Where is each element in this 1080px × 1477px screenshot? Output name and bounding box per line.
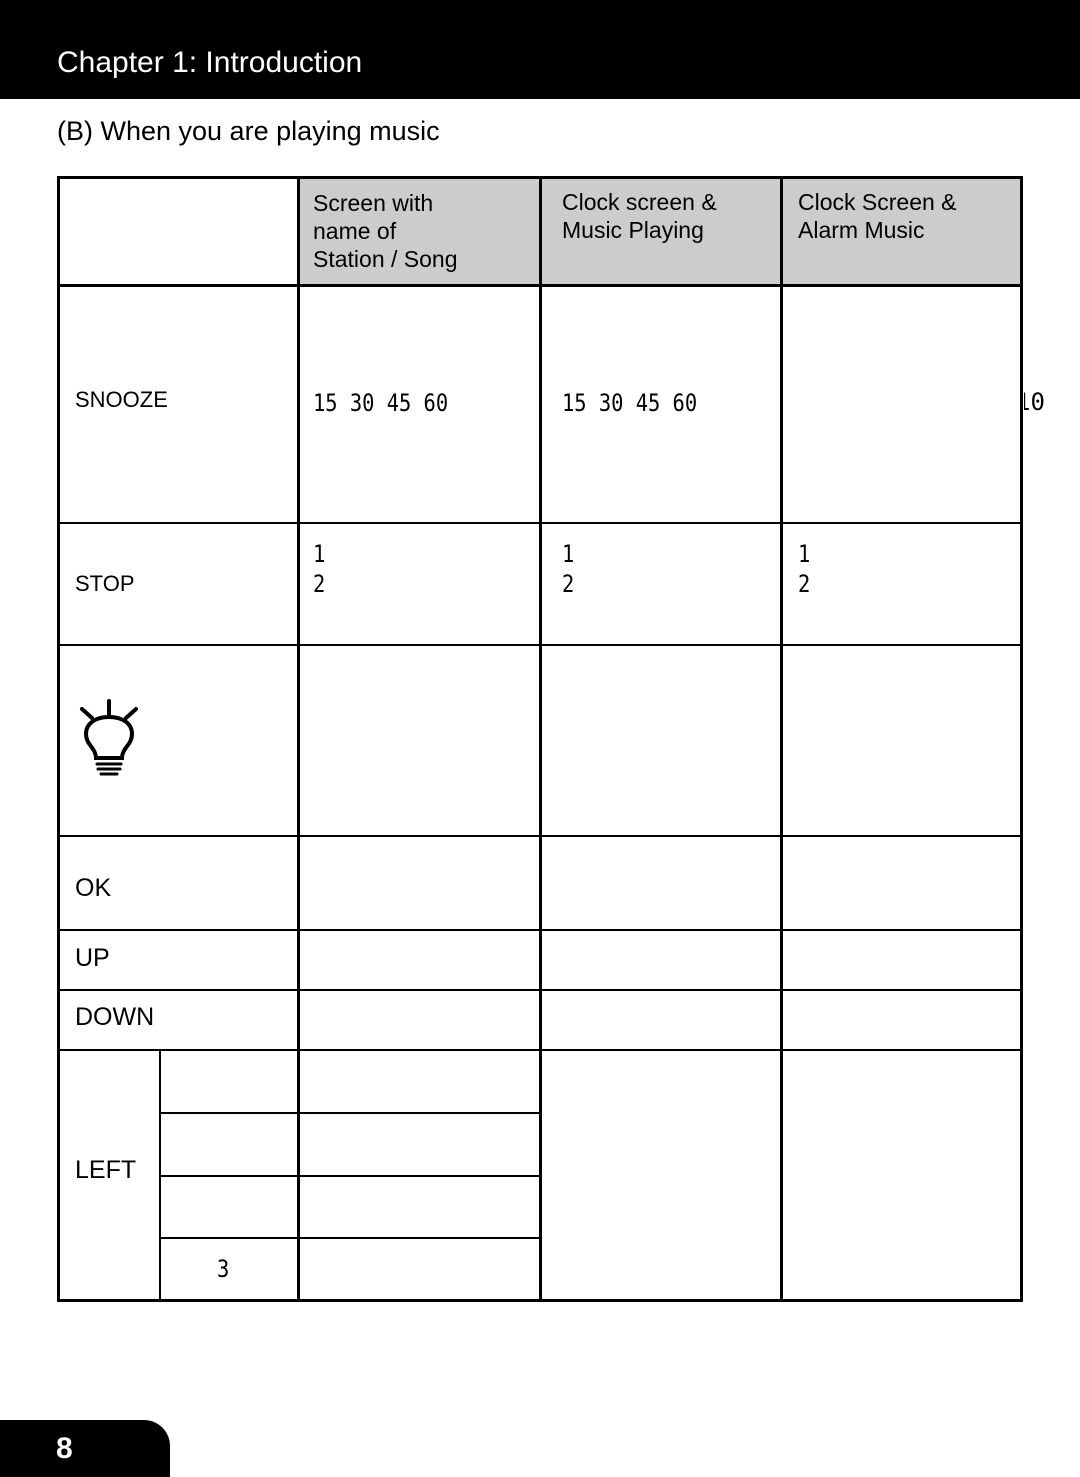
column-header-station-song: Screen with name of Station / Song: [313, 190, 458, 272]
stop-values-station-song: 1 2: [313, 540, 326, 598]
row-label-ok: OK: [75, 874, 112, 902]
row-divider: [160, 1112, 540, 1114]
column-divider: [539, 176, 542, 1302]
column-header-clock-music: Clock screen & Music Playing: [562, 189, 717, 243]
row-label-snooze: SNOOZE: [75, 387, 168, 412]
row-label-up: UP: [75, 944, 110, 972]
button-function-table: Screen with name of Station / Song Clock…: [0, 0, 1080, 1477]
snooze-values-station-song: 15 30 45 60: [313, 389, 449, 417]
column-divider: [780, 176, 783, 1302]
row-label-stop: STOP: [75, 571, 135, 596]
column-divider: [159, 1049, 161, 1302]
row-label-down: DOWN: [75, 1003, 155, 1031]
left-subrow-value: 3: [217, 1255, 230, 1283]
row-label-left: LEFT: [75, 1156, 137, 1184]
snooze-overflow-value: 10: [1024, 390, 1080, 414]
snooze-overflow-text: 10: [1024, 390, 1045, 414]
stop-values-clock-music: 1 2: [562, 540, 575, 598]
row-divider: [160, 1237, 540, 1239]
column-header-clock-alarm: Clock Screen & Alarm Music: [798, 189, 957, 243]
column-divider: [297, 176, 300, 1302]
row-divider: [160, 1175, 540, 1177]
lightbulb-icon: [80, 699, 138, 776]
stop-values-clock-alarm: 1 2: [798, 540, 811, 598]
snooze-values-clock-music: 15 30 45 60: [562, 389, 698, 417]
page-number: 8: [56, 1432, 73, 1465]
page-number-tab: [0, 1420, 170, 1477]
